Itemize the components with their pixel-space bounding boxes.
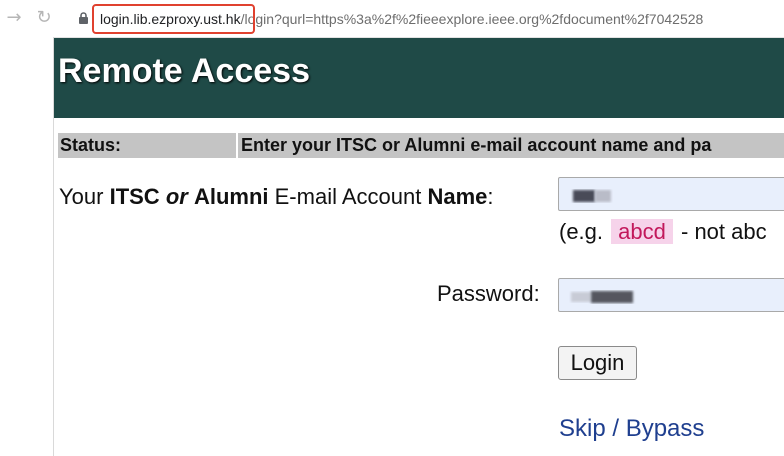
password-label: Password: [437, 281, 540, 306]
redacted-password [571, 291, 633, 303]
label-part1: Your [59, 184, 110, 209]
browser-address-bar: → ↻ login.lib.ezproxy.ust.hk/login?qurl=… [0, 0, 784, 38]
url-host-highlight [92, 4, 255, 34]
label-colon: : [487, 184, 494, 209]
label-itsc: ITSC [109, 184, 160, 209]
page-title: Remote Access [58, 52, 310, 90]
example-prefix: (e.g. [559, 219, 604, 244]
example-code: abcd [611, 219, 673, 244]
example-suffix: - not abc [681, 219, 767, 244]
forward-arrow-icon[interactable]: → [4, 6, 24, 30]
reload-icon[interactable]: ↻ [34, 6, 54, 30]
lock-icon[interactable] [78, 12, 89, 24]
skip-bypass-link[interactable]: Skip / Bypass [559, 415, 704, 443]
account-name-label: Your ITSC or Alumni E-mail Account Name: [59, 184, 494, 210]
redacted-text [573, 190, 611, 202]
label-alumni: Alumni [193, 184, 269, 209]
status-label: Status: [58, 133, 236, 158]
account-name-input[interactable] [558, 177, 784, 211]
label-or: or [165, 184, 188, 209]
login-button[interactable]: Login [558, 346, 637, 380]
url-path: /login?qurl=https%3a%2f%2fieeexplore.iee… [240, 11, 704, 27]
page-left-margin [0, 37, 54, 456]
username-example: (e.g. abcd - not abc [559, 219, 767, 245]
label-name: Name [427, 184, 488, 209]
status-message: Enter your ITSC or Alumni e-mail account… [238, 133, 784, 158]
password-input[interactable] [558, 278, 784, 312]
label-part2: E-mail Account [268, 184, 428, 209]
